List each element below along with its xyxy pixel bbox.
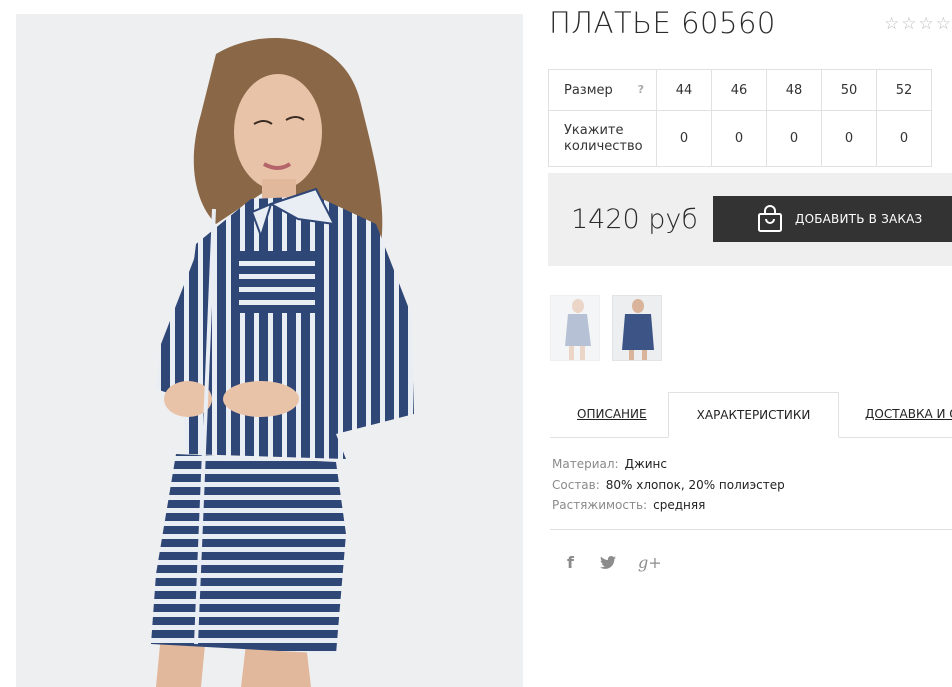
quantity-input[interactable]: 0 — [711, 110, 767, 167]
star-icon[interactable]: ☆ — [936, 16, 951, 33]
size-cell: 52 — [876, 69, 932, 111]
quantity-input[interactable]: 0 — [821, 110, 877, 167]
facebook-icon[interactable]: f — [567, 553, 574, 572]
size-cell: 46 — [711, 69, 767, 111]
tab-description[interactable]: ОПИСАНИЕ — [577, 392, 647, 437]
dress-photo-illustration — [151, 38, 414, 687]
product-thumbnail[interactable] — [612, 295, 662, 361]
spec-row: Материал: Джинс — [552, 454, 785, 475]
spec-value: 80% хлопок, 20% полиэстер — [605, 477, 785, 492]
size-row: Размер ? 44 46 48 50 52 — [548, 69, 932, 111]
star-icon[interactable]: ☆ — [884, 16, 899, 33]
characteristics-list: Материал: Джинс Состав: 80% хлопок, 20% по… — [552, 454, 785, 516]
main-product-image[interactable] — [16, 14, 523, 687]
tab-characteristics[interactable]: ХАРАКТЕРИСТИКИ — [668, 392, 839, 438]
thumbnail-image — [565, 299, 591, 360]
size-cell: 50 — [821, 69, 877, 111]
spec-key: Состав: — [552, 477, 600, 492]
quantity-row: Укажите количество 0 0 0 0 0 — [548, 110, 932, 167]
spec-key: Материал: — [552, 457, 619, 471]
size-cell: 44 — [656, 69, 712, 111]
tab-characteristics-label: ХАРАКТЕРИСТИКИ — [696, 408, 811, 422]
size-label-cell: Размер ? — [548, 69, 657, 111]
star-icon[interactable]: ☆ — [901, 16, 916, 33]
tab-delivery[interactable]: ДОСТАВКА И О — [865, 392, 952, 437]
star-icon[interactable]: ☆ — [919, 16, 934, 33]
product-thumbnail[interactable] — [550, 295, 600, 361]
spec-row: Состав: 80% хлопок, 20% полиэстер — [552, 475, 785, 496]
divider — [550, 529, 952, 530]
quantity-label-cell: Укажите количество — [548, 110, 657, 167]
google-plus-icon[interactable]: g+ — [638, 553, 662, 572]
shopping-bag-icon — [758, 205, 782, 232]
quantity-input[interactable]: 0 — [766, 110, 822, 167]
quantity-input[interactable]: 0 — [656, 110, 712, 167]
twitter-icon[interactable] — [600, 556, 616, 569]
price-order-panel: 1420 руб ДОБАВИТЬ В ЗАКАЗ — [548, 173, 952, 266]
product-price: 1420 руб — [571, 204, 698, 235]
tab-description-label: ОПИСАНИЕ — [577, 407, 647, 421]
spec-key: Растяжимость: — [552, 498, 648, 512]
quantity-input[interactable]: 0 — [876, 110, 932, 167]
add-to-order-label: ДОБАВИТЬ В ЗАКАЗ — [795, 212, 923, 226]
spec-value: Джинс — [624, 457, 667, 471]
product-title: ПЛАТЬЕ 60560 — [549, 6, 776, 40]
size-cell: 48 — [766, 69, 822, 111]
spec-row: Растяжимость: средняя — [552, 495, 785, 516]
quantity-label-line2: количество — [564, 138, 643, 154]
product-tabs: ОПИСАНИЕ ХАРАКТЕРИСТИКИ ДОСТАВКА И О — [550, 392, 952, 438]
spec-value: средняя — [653, 498, 706, 512]
quantity-label-line1: Укажите — [564, 122, 624, 138]
size-label: Размер — [564, 82, 613, 98]
size-help-icon[interactable]: ? — [638, 83, 644, 96]
tab-delivery-label: ДОСТАВКА И О — [865, 407, 952, 421]
add-to-order-button[interactable]: ДОБАВИТЬ В ЗАКАЗ — [713, 196, 952, 242]
rating-stars[interactable]: ☆ ☆ ☆ ☆ — [884, 16, 951, 33]
thumbnail-image — [622, 299, 654, 360]
size-quantity-table: Размер ? 44 46 48 50 52 Укажите количест… — [548, 69, 932, 167]
